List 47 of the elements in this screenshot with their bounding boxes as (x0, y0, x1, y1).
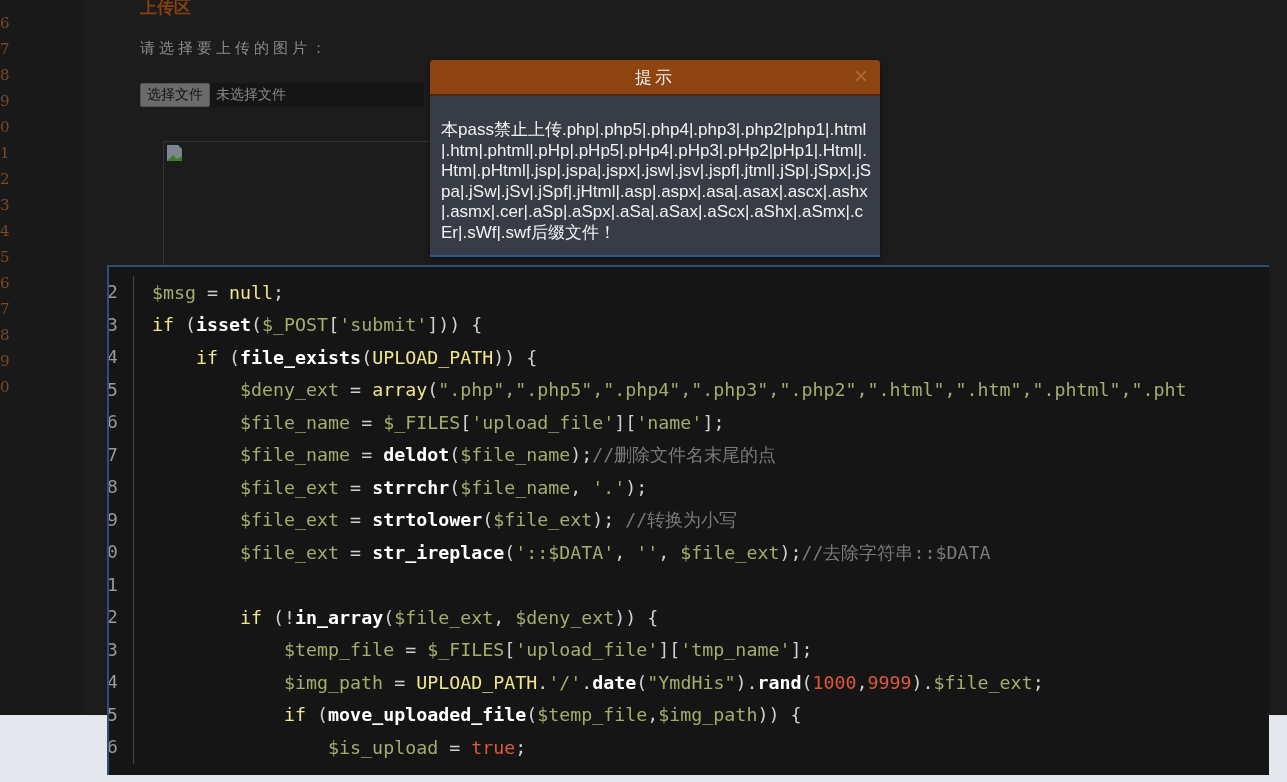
choose-file-button[interactable]: 选择文件 (140, 83, 210, 107)
line-number: 7 (0, 299, 11, 320)
line-number: 3 (0, 195, 11, 216)
line-number: 5 (109, 373, 134, 406)
line-number: 4 (0, 221, 11, 242)
line-number: 6 (0, 273, 11, 294)
line-number: 6 (109, 731, 134, 764)
line-number: 7 (0, 39, 11, 60)
code-line: $file_name = deldot($file_name);//删除文件名末尾的点 (239, 443, 777, 468)
code-line: $deny_ext = array(".php",".php5",".php4",".php3",".php2",".html",".htm",".phtml",".pht (239, 379, 1187, 401)
dialog-message: 本pass禁止上传.php|.php5|.php4|.php3|.php2|php1|.html|.htm|.phtml|.pHp|.pHp5|.pHp4|.pHp3|.pHp2|pHp1|.Html|.Htm|.pHtml|.jsp|.jspa|.jspx|.jsw|.jsv|.jspf|.jtml|.jSp|.jSpx|.jSpa|.jSw|.jSv|.jSpf|.jHtml|.asp|.aspx|.asa|.asax|.ascx|.ashx|.asmx|.cer|.aSp|.aSpx|.aSa|.aSax|.aScx|.aShx|.aSmx|.cEr|.sWf|.swf后缀文件！ (440, 119, 873, 244)
line-number: 8 (0, 65, 11, 86)
code-line: $img_path = UPLOAD_PATH.'/'.date("YmdHis").rand(1000,9999).$file_ext; (283, 671, 1044, 693)
line-number: 1 (109, 568, 134, 601)
line-number: 2 (109, 601, 134, 634)
code-line: $msg = null; (152, 281, 285, 303)
line-number: 9 (0, 351, 11, 372)
line-number: 1 (0, 143, 11, 164)
line-number: 6 (0, 13, 11, 34)
file-status: 未选择文件 (216, 86, 286, 104)
line-number: 2 (0, 169, 11, 190)
code-line: $file_ext = strtolower($file_ext); //转换为小写 (239, 508, 738, 533)
line-number: 5 (109, 698, 134, 731)
code-line: $file_name = $_FILES['upload_file']['name']; (239, 411, 725, 433)
line-number: 9 (0, 91, 11, 112)
code-line: if (!in_array($file_ext, $deny_ext)) { (239, 606, 659, 628)
code-line: if (file_exists(UPLOAD_PATH)) { (195, 346, 538, 368)
dialog-title: 提示 (635, 66, 675, 89)
code-line: $file_ext = str_ireplace('::$DATA', '', $file_ext);//去除字符串::$DATA (239, 540, 991, 565)
broken-image-icon (166, 144, 184, 162)
line-number: 0 (109, 536, 134, 569)
code-line: $file_ext = strrchr($file_name, '.'); (239, 476, 648, 498)
line-number: 0 (0, 377, 11, 398)
line-number: 8 (109, 471, 134, 504)
line-number: 8 (0, 325, 11, 346)
line-number: 2 (109, 276, 134, 309)
line-number: 3 (109, 308, 134, 341)
upload-prompt: 请选择要上传的图片： (140, 39, 330, 58)
line-number: 3 (109, 633, 134, 666)
line-number: 6 (109, 406, 134, 439)
code-line: if (isset($_POST['submit'])) { (152, 314, 483, 336)
code-line: $is_upload = true; (327, 736, 527, 758)
code-line: $temp_file = $_FILES['upload_file']['tmp_name']; (283, 639, 813, 661)
code-line: if (move_uploaded_file($temp_file,$img_path)) { (283, 704, 802, 726)
line-number: 5 (0, 247, 11, 268)
line-number: 7 (109, 438, 134, 471)
line-number: 0 (0, 117, 11, 138)
